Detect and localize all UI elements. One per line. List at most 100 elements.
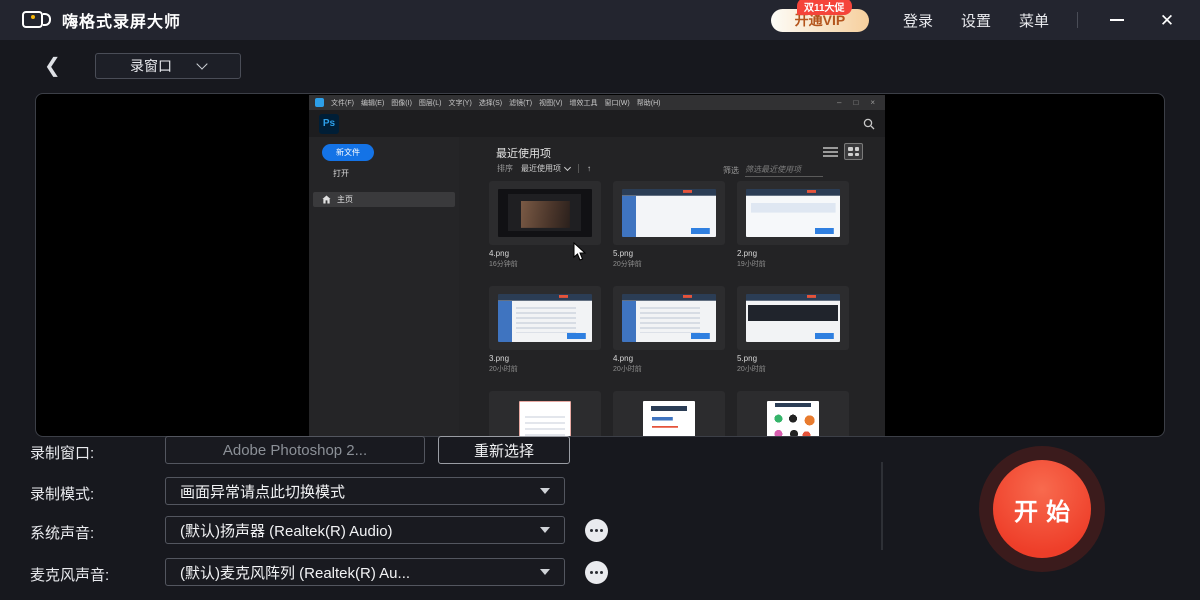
record-mode-dropdown[interactable]: 画面异常请点此切换模式 xyxy=(165,477,565,505)
ps-menu-image: 图像(I) xyxy=(391,98,412,108)
ps-recent-heading: 最近使用项 xyxy=(496,145,551,161)
mic-sound-value: (默认)麦克风阵列 (Realtek(R) Au... xyxy=(180,562,410,583)
file-thumbnail xyxy=(737,181,849,245)
ps-menu-select: 选择(S) xyxy=(479,98,502,108)
mic-sound-label: 麦克风声音: xyxy=(30,564,109,585)
thumbnail-art xyxy=(746,189,840,237)
ps-menu-help: 帮助(H) xyxy=(637,98,661,108)
file-name: 5.png xyxy=(613,249,725,258)
start-button-ring: 开始 xyxy=(979,446,1105,572)
file-thumbnail xyxy=(737,286,849,350)
thumbnail-art xyxy=(746,294,840,342)
search-icon xyxy=(863,118,875,130)
ps-new-file-button[interactable]: 新文件 xyxy=(322,144,374,161)
dropdown-arrow-icon xyxy=(540,488,550,494)
mic-sound-more-button[interactable] xyxy=(585,561,608,584)
settings-link[interactable]: 设置 xyxy=(961,10,991,31)
file-tile[interactable]: 3.png 20小时前 xyxy=(489,286,601,374)
file-tile[interactable]: 4.png 20小时前 xyxy=(613,286,725,374)
ps-menu-type: 文字(Y) xyxy=(448,98,471,108)
ps-menu-layer: 图层(L) xyxy=(419,98,442,108)
record-mode-select[interactable]: 录窗口 xyxy=(95,53,241,79)
ps-maximize-icon: □ xyxy=(853,99,858,107)
ps-menu-filter: 滤镜(T) xyxy=(509,98,532,108)
ps-home-label: 主页 xyxy=(337,194,353,205)
grid-view-icon[interactable] xyxy=(844,143,863,160)
ps-menu-plugins: 增效工具 xyxy=(569,98,597,108)
controls-divider xyxy=(881,462,883,550)
ps-sort-row: 排序 最近使用项 ↑ xyxy=(497,163,591,174)
app-title: 嗨格式录屏大师 xyxy=(62,8,181,32)
ps-toolbar: Ps xyxy=(309,110,885,137)
record-window-label: 录制窗口: xyxy=(30,442,94,463)
file-tile[interactable] xyxy=(613,391,725,437)
back-button[interactable]: ❮ xyxy=(44,55,66,77)
ps-close-icon: × xyxy=(870,99,875,107)
file-time: 20小时前 xyxy=(489,364,601,374)
thumbnail-art xyxy=(622,294,716,342)
ps-filter-label: 筛选 xyxy=(723,165,739,176)
list-view-icon[interactable] xyxy=(823,145,838,158)
file-time: 20小时前 xyxy=(737,364,849,374)
record-mode-value: 录窗口 xyxy=(130,56,172,76)
ps-sort-dropdown[interactable]: 最近使用项 xyxy=(521,163,570,174)
ps-sidebar-item-home[interactable]: 主页 xyxy=(313,192,455,207)
file-thumbnail xyxy=(489,391,601,437)
ps-menubar: 文件(F) 编辑(E) 图像(I) 图层(L) 文字(Y) 选择(S) 滤镜(T… xyxy=(331,98,660,108)
ps-menu-view: 视图(V) xyxy=(539,98,562,108)
app-window: 嗨格式录屏大师 双11大促 开通VIP 登录 设置 菜单 ✕ ❮ 录窗口 xyxy=(0,0,1200,600)
file-time: 20小时前 xyxy=(613,364,725,374)
ps-recent-content: 最近使用项 排序 最近使用项 ↑ xyxy=(459,137,885,437)
file-thumbnail xyxy=(613,181,725,245)
system-sound-label: 系统声音: xyxy=(30,522,94,543)
ps-view-toggles xyxy=(823,143,863,160)
dropdown-arrow-icon xyxy=(540,569,550,575)
ps-logo: Ps xyxy=(319,114,339,134)
home-icon xyxy=(322,195,331,204)
camera-icon-dot xyxy=(31,15,35,19)
file-tile[interactable] xyxy=(489,391,601,437)
start-record-button[interactable]: 开始 xyxy=(993,460,1091,558)
ps-window-controls: – □ × xyxy=(837,99,879,107)
record-mode-label: 录制模式: xyxy=(30,483,94,504)
login-link[interactable]: 登录 xyxy=(903,10,933,31)
file-name: 4.png xyxy=(613,354,725,363)
ps-filter-row: 筛选 筛选最近使用项 xyxy=(723,164,823,177)
ps-sort-value: 最近使用项 xyxy=(521,163,561,174)
file-name: 5.png xyxy=(737,354,849,363)
mic-sound-dropdown[interactable]: (默认)麦克风阵列 (Realtek(R) Au... xyxy=(165,558,565,586)
thumbnail-art xyxy=(767,401,819,437)
system-sound-dropdown[interactable]: (默认)扬声器 (Realtek(R) Audio) xyxy=(165,516,565,544)
chevron-down-icon xyxy=(196,58,207,69)
ps-menu-file: 文件(F) xyxy=(331,98,354,108)
titlebar-divider xyxy=(1077,12,1078,28)
start-button-label: 开始 xyxy=(1006,492,1078,527)
minimize-button[interactable] xyxy=(1106,9,1128,31)
sort-direction-button[interactable]: ↑ xyxy=(587,164,591,173)
file-thumbnail xyxy=(613,286,725,350)
ps-menu-edit: 编辑(E) xyxy=(361,98,384,108)
close-button[interactable]: ✕ xyxy=(1156,9,1178,31)
ps-menu-window: 窗口(W) xyxy=(604,98,629,108)
ps-app-icon xyxy=(315,98,324,107)
reselect-button[interactable]: 重新选择 xyxy=(438,436,570,464)
ps-titlebar: 文件(F) 编辑(E) 图像(I) 图层(L) 文字(Y) 选择(S) 滤镜(T… xyxy=(309,95,885,110)
ps-sort-divider xyxy=(578,164,579,173)
file-tile[interactable]: 5.png 20小时前 xyxy=(737,286,849,374)
minimize-icon xyxy=(1110,19,1124,21)
ps-sort-label: 排序 xyxy=(497,163,513,174)
system-sound-value: (默认)扬声器 (Realtek(R) Audio) xyxy=(180,520,393,541)
menu-link[interactable]: 菜单 xyxy=(1019,10,1049,31)
dropdown-arrow-icon xyxy=(540,527,550,533)
ps-filter-input[interactable]: 筛选最近使用项 xyxy=(745,164,823,177)
photoshop-window-preview: 文件(F) 编辑(E) 图像(I) 图层(L) 文字(Y) 选择(S) 滤镜(T… xyxy=(309,95,885,437)
file-tile[interactable]: 2.png 19小时前 xyxy=(737,181,849,269)
mouse-cursor-icon xyxy=(573,242,588,262)
file-thumbnail xyxy=(489,181,601,245)
file-tile[interactable]: 5.png 20分钟前 xyxy=(613,181,725,269)
file-tile[interactable] xyxy=(737,391,849,437)
thumbnail-art xyxy=(643,401,695,437)
camera-icon xyxy=(22,9,52,31)
system-sound-more-button[interactable] xyxy=(585,519,608,542)
ps-open-button[interactable]: 打开 xyxy=(333,168,459,179)
